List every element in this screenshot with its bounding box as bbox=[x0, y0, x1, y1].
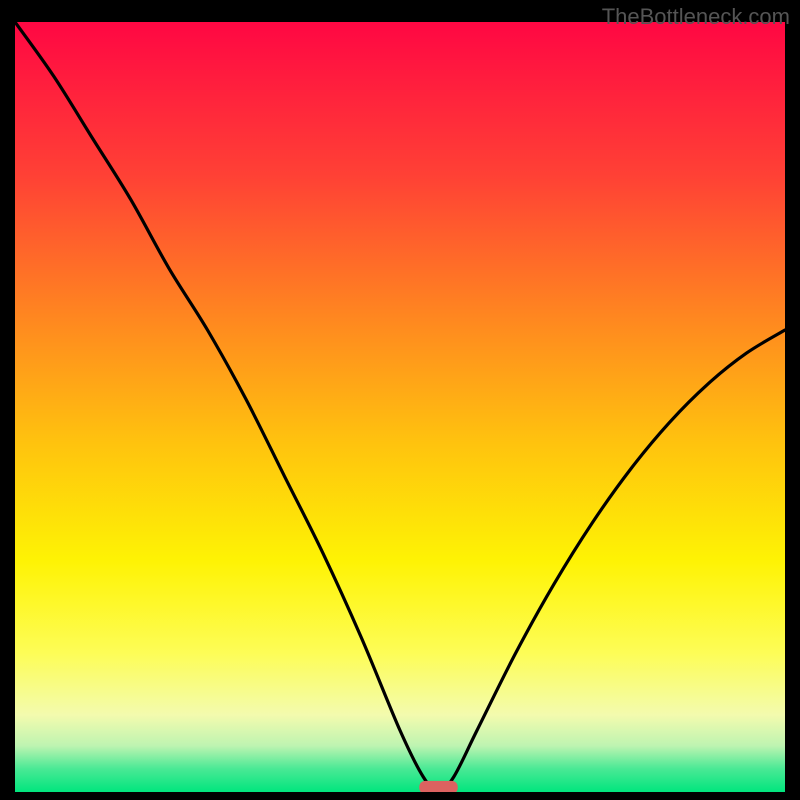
chart-frame: TheBottleneck.com bbox=[0, 0, 800, 800]
watermark-label: TheBottleneck.com bbox=[602, 4, 790, 30]
bottleneck-curve-chart bbox=[15, 22, 785, 792]
gradient-background bbox=[15, 22, 785, 792]
optimum-marker bbox=[419, 781, 458, 792]
